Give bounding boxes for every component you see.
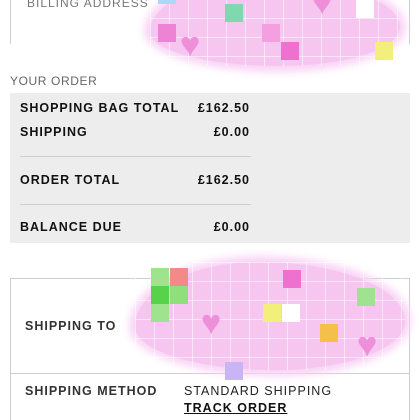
order-row-value: £162.50 xyxy=(197,101,250,115)
order-row-value: £0.00 xyxy=(213,220,250,234)
sticker-tile xyxy=(158,0,176,4)
heart-icon: ♥ xyxy=(201,304,222,342)
sticker-tile xyxy=(283,270,301,288)
order-divider xyxy=(20,156,251,157)
order-summary: SHOPPING BAG TOTAL £162.50 SHIPPING £0.0… xyxy=(10,93,410,243)
sticker-tile xyxy=(151,304,169,322)
sticker-tile xyxy=(225,362,243,380)
sticker-tile xyxy=(320,324,338,342)
order-row-label: SHIPPING xyxy=(20,125,88,139)
sticker-tile xyxy=(262,24,280,42)
sticker-tile xyxy=(375,42,393,60)
sticker-tile xyxy=(357,288,375,306)
shipping-divider xyxy=(11,373,409,374)
sticker-tile xyxy=(356,0,374,18)
sticker-tile xyxy=(151,286,169,304)
order-row-label: ORDER TOTAL xyxy=(20,173,121,187)
order-row-label: SHOPPING BAG TOTAL xyxy=(20,101,180,115)
sticker-tile xyxy=(158,24,176,42)
heart-icon: ♥ xyxy=(312,0,333,22)
sticker-tile xyxy=(225,4,243,22)
your-order-heading: YOUR ORDER xyxy=(10,74,98,88)
sticker-tile xyxy=(170,268,188,286)
sticker-tile xyxy=(170,286,188,304)
order-row-value: £0.00 xyxy=(213,125,250,139)
shipping-to-label: SHIPPING TO xyxy=(25,319,117,333)
shipping-method-label: SHIPPING METHOD xyxy=(25,384,158,398)
billing-address-label: BILLING ADDRESS xyxy=(27,0,149,10)
shipping-method-value: STANDARD SHIPPING xyxy=(184,384,333,398)
pixel-heart-sticker-icon: ♥ ♥ xyxy=(135,262,405,380)
sticker-tile xyxy=(263,304,281,322)
track-order-link[interactable]: TRACK ORDER xyxy=(184,401,287,415)
sticker-tile xyxy=(151,268,169,286)
heart-icon: ♥ xyxy=(180,26,201,64)
sticker-tile xyxy=(281,42,299,60)
order-row-label: BALANCE DUE xyxy=(20,220,122,234)
order-row-shipping: SHIPPING £0.00 xyxy=(20,125,250,139)
heart-icon: ♥ xyxy=(357,326,378,364)
order-row-bag-total: SHOPPING BAG TOTAL £162.50 xyxy=(20,101,250,115)
order-row-value: £162.50 xyxy=(197,173,250,187)
order-row-balance-due: BALANCE DUE £0.00 xyxy=(20,220,250,234)
sticker-tile xyxy=(282,304,300,322)
order-divider xyxy=(20,204,251,205)
order-row-order-total: ORDER TOTAL £162.50 xyxy=(20,173,250,187)
pixel-heart-sticker-icon: ♥ ♥ xyxy=(150,0,400,66)
